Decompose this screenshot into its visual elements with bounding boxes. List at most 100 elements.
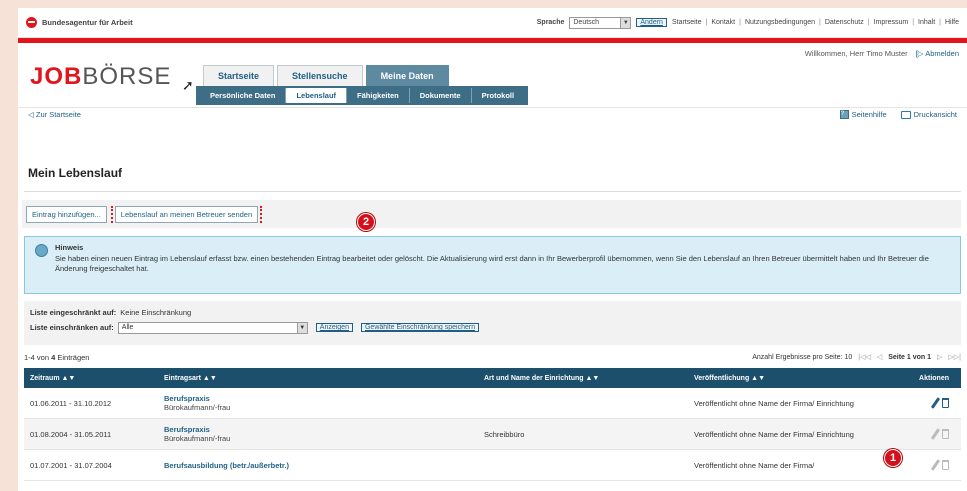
- help-link-label: Seitenhilfe: [851, 110, 887, 119]
- callout-badge-2: 2: [357, 213, 375, 231]
- entry-count: 1-4 von 4 Einträgen: [24, 353, 89, 362]
- delete-icon[interactable]: [942, 398, 949, 408]
- top-links: Startseite | Kontakt | Nutzungsbedingungen…: [671, 19, 959, 26]
- print-link-label: Druckansicht: [913, 110, 957, 119]
- col-header-type[interactable]: Eintragsart ▲▼: [164, 375, 484, 382]
- page: Bundesagentur für Arbeit Sprache Deutsch…: [18, 8, 967, 491]
- jobboerse-logo[interactable]: JOBBÖRSE: [30, 63, 171, 91]
- header-publish-label: Veröffentlichung: [694, 374, 750, 382]
- next-page-icon[interactable]: ▷: [937, 353, 942, 361]
- help-link[interactable]: ? Seitenhilfe: [839, 110, 887, 119]
- callout-badge-1: 1: [884, 449, 902, 467]
- hint-box: Hinweis Sie haben einen neuen Eintrag im…: [24, 236, 961, 294]
- ba-logo-icon: [26, 17, 37, 28]
- row-subtype: Bürokaufmann/-frau: [164, 434, 231, 443]
- link-startseite[interactable]: Startseite: [672, 19, 702, 26]
- restrict-select-value: Alle: [121, 323, 134, 331]
- back-to-start-link[interactable]: ◁ Zur Startseite: [28, 110, 81, 119]
- filter-panel: Liste eingeschränkt auf: Keine Einschrän…: [24, 301, 961, 345]
- language-value: Deutsch: [573, 18, 600, 26]
- delete-disabled-icon: [942, 460, 949, 470]
- logout-label: Abmelden: [925, 49, 959, 58]
- restrict-select[interactable]: Alle ▼: [117, 321, 308, 334]
- row-type-link[interactable]: Berufspraxis: [164, 394, 484, 403]
- show-button[interactable]: Anzeigen: [315, 323, 353, 332]
- col-header-period[interactable]: Zeitraum ▲▼: [24, 375, 164, 382]
- back-link-label: Zur Startseite: [35, 110, 81, 119]
- help-icon: ?: [839, 110, 849, 119]
- subtab-faehigkeiten[interactable]: Fähigkeiten: [347, 88, 410, 103]
- tab-meine-daten[interactable]: Meine Daten: [365, 65, 449, 86]
- col-header-publish[interactable]: Veröffentlichung ▲▼: [694, 374, 879, 383]
- main-tabs: Startseite Stellensuche Meine Daten: [203, 65, 452, 86]
- link-datenschutz[interactable]: Datenschutz: [825, 19, 864, 26]
- subtab-protokoll[interactable]: Protokoll: [472, 88, 525, 103]
- hint-title: Hinweis: [55, 243, 84, 252]
- row-type-link[interactable]: Berufsausbildung (betr./außerbetr.): [164, 461, 484, 470]
- prev-page-icon[interactable]: ◁: [877, 353, 882, 361]
- link-inhalt[interactable]: Inhalt: [918, 19, 935, 26]
- row-publish: Veröffentlicht ohne Name der Firma/: [694, 460, 815, 470]
- print-link[interactable]: Druckansicht: [900, 110, 957, 119]
- link-impressum[interactable]: Impressum: [874, 19, 909, 26]
- welcome-area: Willkommen, Herr Timo Muster [▷ Abmelden: [805, 49, 959, 58]
- subtab-lebenslauf[interactable]: Lebenslauf: [286, 88, 348, 103]
- edit-disabled-icon: [930, 428, 941, 440]
- language-label: Sprache: [536, 19, 565, 26]
- tab-startseite[interactable]: Startseite: [203, 65, 275, 86]
- print-icon: [900, 110, 911, 119]
- row-period: 01.07.2001 - 31.07.2004: [30, 460, 112, 470]
- subtab-persoenliche-daten[interactable]: Persönliche Daten: [200, 88, 287, 103]
- table-row: 01.06.2011 - 31.10.2012 Berufspraxis Büro…: [24, 388, 961, 419]
- logo-boerse: BÖRSE: [82, 63, 172, 90]
- title-divider: [24, 191, 961, 192]
- header-period-label: Zeitraum: [30, 374, 60, 382]
- row-type-link[interactable]: Berufspraxis: [164, 425, 484, 434]
- page-info: Seite 1 von 1: [888, 353, 932, 361]
- restrict-label: Liste einschränken auf:: [30, 323, 114, 332]
- add-entry-button[interactable]: Eintrag hinzufügen...: [26, 205, 107, 223]
- row-institution: Schreibbüro: [484, 429, 525, 439]
- save-filter-button[interactable]: Gewählte Einschränkung speichern: [360, 323, 480, 332]
- table-row: 01.08.2004 - 31.05.2011 Berufspraxis Büro…: [24, 419, 961, 450]
- count-prefix: 1-4 von: [24, 352, 52, 362]
- last-page-icon[interactable]: ▷▷|: [948, 353, 961, 361]
- restricted-label: Liste eingeschränkt auf:: [30, 308, 117, 317]
- row-period: 01.06.2011 - 31.10.2012: [30, 398, 112, 408]
- tab-stellensuche[interactable]: Stellensuche: [277, 65, 363, 86]
- top-bar: Bundesagentur für Arbeit Sprache Deutsch…: [18, 8, 967, 38]
- edit-icon[interactable]: [930, 397, 941, 409]
- link-kontakt[interactable]: Kontakt: [711, 19, 735, 26]
- send-cv-button[interactable]: Lebenslauf an meinen Betreuer senden: [114, 205, 259, 223]
- count-suffix: Einträgen: [55, 352, 90, 362]
- restricted-value: Keine Einschränkung: [120, 308, 192, 317]
- col-header-actions: Aktionen: [919, 374, 949, 382]
- first-page-icon[interactable]: |◁◁: [858, 353, 871, 361]
- hint-text: Sie haben einen neuen Eintrag im Lebensl…: [55, 254, 929, 273]
- sub-navigation: Persönliche Daten Lebenslauf Fähigkeiten…: [196, 86, 529, 105]
- delete-disabled-icon: [942, 429, 949, 439]
- link-nutzungsbedingungen[interactable]: Nutzungsbedingungen: [745, 19, 815, 26]
- row-period: 01.08.2004 - 31.05.2011: [30, 429, 112, 439]
- subtab-dokumente[interactable]: Dokumente: [410, 88, 472, 103]
- logo-job: JOB: [30, 63, 83, 90]
- edit-disabled-icon: [930, 459, 941, 471]
- logout-link[interactable]: [▷ Abmelden: [916, 49, 959, 58]
- table-row: 01.07.2001 - 31.07.2004 Berufsausbildung…: [24, 450, 961, 481]
- ba-logo[interactable]: Bundesagentur für Arbeit: [26, 17, 133, 28]
- table-header: Zeitraum ▲▼ Eintragsart ▲▼ Art und Name …: [24, 368, 961, 388]
- cv-table: Zeitraum ▲▼ Eintragsart ▲▼ Art und Name …: [24, 368, 961, 481]
- header-institution-label: Art und Name der Einrichtung: [484, 374, 584, 382]
- row-publish: Veröffentlicht ohne Name der Firma/ Einr…: [694, 429, 854, 439]
- change-language-button[interactable]: Ändern: [636, 18, 667, 27]
- row-publish: Veröffentlicht ohne Name der Firma/ Einr…: [694, 398, 854, 408]
- info-icon: [35, 244, 48, 257]
- header: JOBBÖRSE ➚ Willkommen, Herr Timo Muster …: [18, 43, 967, 123]
- language-select[interactable]: Deutsch ▼: [569, 16, 632, 29]
- per-page-info[interactable]: Anzahl Ergebnisse pro Seite: 10: [752, 354, 852, 361]
- col-header-institution[interactable]: Art und Name der Einrichtung ▲▼: [484, 375, 694, 382]
- page-title: Mein Lebenslauf: [28, 166, 123, 180]
- link-hilfe[interactable]: Hilfe: [945, 19, 959, 26]
- action-bar: Eintrag hinzufügen... Lebenslauf an mein…: [22, 200, 961, 228]
- crumb-bar: ◁ Zur Startseite ? Seitenhilfe Druckansic…: [18, 107, 967, 121]
